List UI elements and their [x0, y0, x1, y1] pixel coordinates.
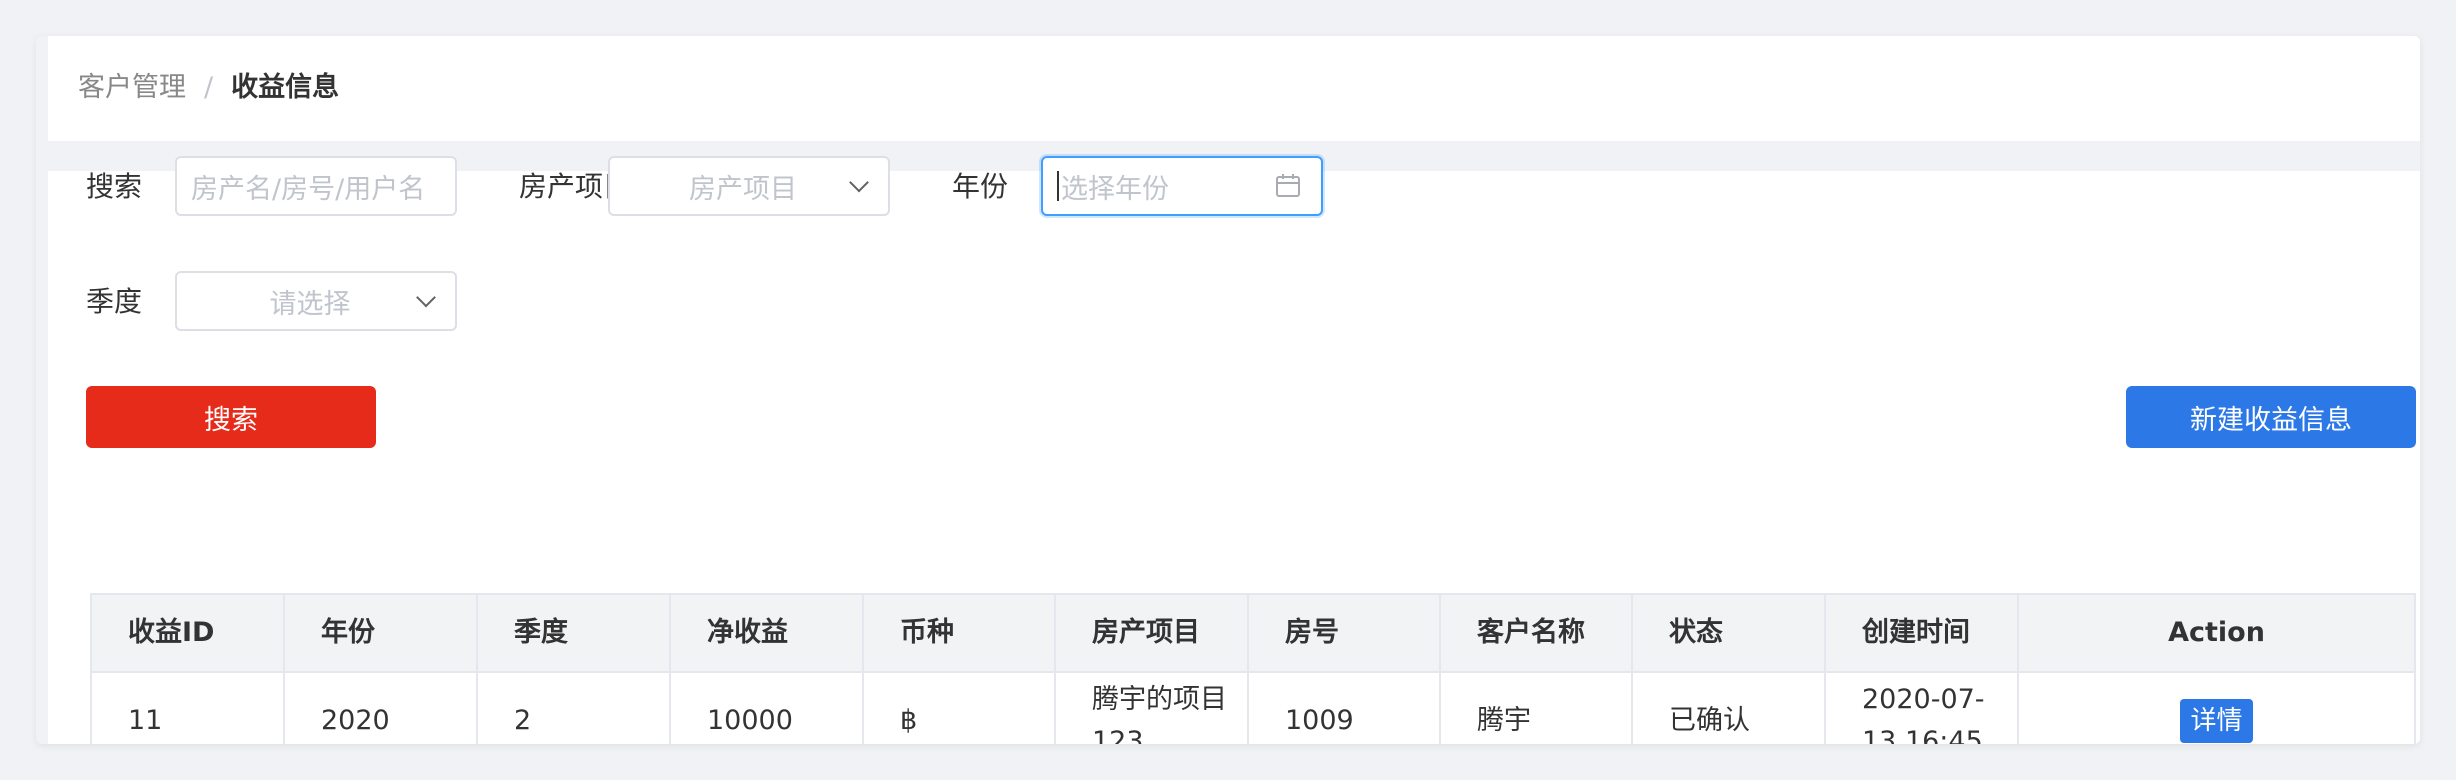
cell-customer: 腾宇: [1441, 673, 1633, 744]
column-header[interactable]: 净收益: [671, 595, 864, 671]
breadcrumb-bar: 客户管理 / 收益信息: [48, 36, 2420, 141]
cell-room: 1009: [1249, 673, 1441, 744]
cell-year: 2020: [285, 673, 478, 744]
cell-project: 腾宇的项目123: [1056, 673, 1249, 744]
search-button[interactable]: 搜索: [86, 386, 376, 448]
table-header: 收益ID 年份 季度 净收益 币种 房产项目 房号 客户名称 状态 创建时间 A…: [92, 595, 2414, 673]
breadcrumb-separator: /: [204, 72, 214, 103]
detail-button[interactable]: 详情: [2180, 699, 2253, 743]
column-header[interactable]: 房产项目: [1056, 595, 1249, 671]
search-input[interactable]: 房产名/房号/用户名: [175, 156, 457, 216]
search-button-label: 搜索: [204, 404, 258, 436]
column-header[interactable]: 季度: [478, 595, 671, 671]
cell-income-id: 11: [92, 673, 285, 744]
season-label: 季度: [86, 285, 143, 318]
column-header[interactable]: 客户名称: [1441, 595, 1633, 671]
chevron-down-icon: [416, 287, 436, 308]
column-header[interactable]: 状态: [1633, 595, 1826, 671]
app-window: 客户管理 / 收益信息 搜索 房产名/房号/用户名 房产项目 房产项目 年份 选…: [36, 36, 2420, 744]
cell-season: 2: [478, 673, 671, 744]
year-label: 年份: [952, 170, 1009, 203]
cell-currency: ฿: [864, 673, 1056, 744]
income-table: 收益ID 年份 季度 净收益 币种 房产项目 房号 客户名称 状态 创建时间 A…: [90, 593, 2416, 744]
year-picker-placeholder: 选择年份: [1061, 173, 1169, 205]
column-header: Action: [2168, 617, 2265, 648]
cell-created: 2020-07-13 16:45: [1826, 673, 2019, 744]
cell-status: 已确认: [1633, 673, 1826, 744]
table-row: 11 2020 2 10000 ฿ 腾宇的项目123 1009 腾宇 已确认 2…: [92, 673, 2414, 744]
column-header[interactable]: 创建时间: [1826, 595, 2019, 671]
breadcrumb-current: 收益信息: [231, 72, 340, 103]
calendar-icon: [1276, 174, 1300, 197]
breadcrumb-parent[interactable]: 客户管理: [78, 70, 186, 106]
project-select-placeholder: 房产项目: [689, 173, 797, 205]
column-header[interactable]: 房号: [1249, 595, 1441, 671]
create-income-button-label: 新建收益信息: [2190, 404, 2352, 436]
column-header[interactable]: 年份: [285, 595, 478, 671]
chevron-down-icon: [849, 172, 869, 193]
search-input-placeholder: 房产名/房号/用户名: [191, 173, 426, 205]
text-caret: [1057, 171, 1059, 201]
season-select-placeholder: 请选择: [269, 288, 351, 320]
breadcrumb: 客户管理 / 收益信息: [78, 70, 339, 106]
year-picker[interactable]: 选择年份: [1041, 156, 1323, 216]
main-content: 搜索 房产名/房号/用户名 房产项目 房产项目 年份 选择年份 季度 请选择 搜…: [48, 156, 2420, 744]
create-income-button[interactable]: 新建收益信息: [2126, 386, 2416, 448]
search-label: 搜索: [86, 170, 143, 203]
cell-action: 详情: [2019, 673, 2414, 744]
season-select[interactable]: 请选择: [175, 271, 457, 331]
column-header[interactable]: 币种: [864, 595, 1056, 671]
project-select[interactable]: 房产项目: [608, 156, 890, 216]
column-header[interactable]: 收益ID: [92, 595, 285, 671]
cell-net-income: 10000: [671, 673, 864, 744]
